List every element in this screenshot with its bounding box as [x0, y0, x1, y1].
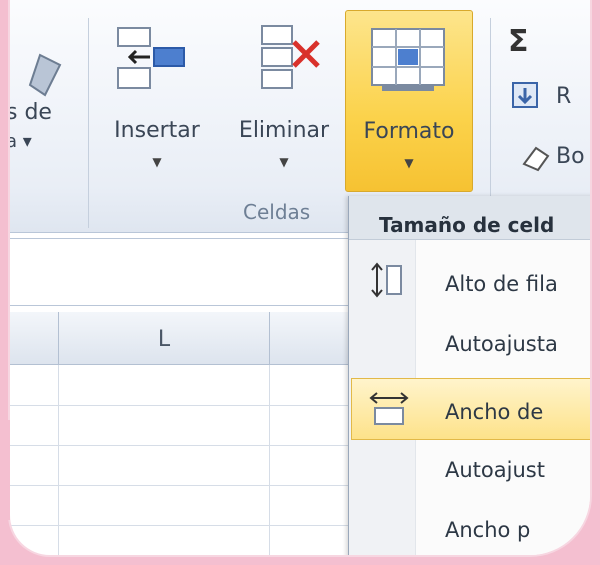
menu-item-row-height[interactable]: Alto de fila	[445, 272, 558, 296]
insert-cells-icon	[117, 27, 185, 89]
decorative-border	[0, 420, 10, 520]
column-header-l[interactable]: L	[59, 312, 270, 364]
insert-label: Insertar	[114, 118, 200, 143]
grid-line	[10, 445, 350, 446]
menu-section-header: Tamaño de celd	[349, 196, 590, 240]
delete-label: Eliminar	[238, 118, 330, 143]
partial-right-label-1: R	[556, 84, 572, 109]
grid-line	[269, 365, 270, 555]
menu-item-default-width[interactable]: Ancho p	[445, 518, 530, 542]
partial-left-label-2: a ▾	[10, 131, 32, 152]
format-button[interactable]: Formato ▼	[345, 10, 473, 192]
format-label-wrap: Formato ▼	[346, 119, 472, 170]
menu-item-autofit-row[interactable]: Autoajusta	[445, 332, 558, 356]
column-header-m[interactable]	[270, 312, 350, 364]
menu-item-column-width[interactable]: Ancho de	[445, 400, 543, 424]
row-height-icon	[371, 262, 402, 298]
eraser-icon[interactable]	[518, 140, 552, 174]
partial-right-label-2: Bo	[556, 144, 585, 169]
spreadsheet-grid[interactable]	[10, 365, 350, 555]
cells-group-label: Celdas	[243, 200, 311, 224]
formula-bar[interactable]	[10, 238, 350, 306]
partial-left-icon	[28, 53, 62, 97]
partial-left-label: s de	[10, 100, 52, 125]
chevron-down-icon: ▼	[279, 155, 289, 169]
format-dropdown-menu: Tamaño de celd Alto de fila Autoajusta A…	[348, 196, 590, 555]
autosum-icon[interactable]: Σ	[508, 24, 529, 59]
delete-button[interactable]: Eliminar ▼	[224, 118, 344, 169]
column-width-icon	[369, 392, 409, 425]
grid-line	[10, 525, 350, 526]
chevron-down-icon: ▼	[152, 155, 162, 169]
grid-line	[10, 405, 350, 406]
column-header-k[interactable]	[10, 312, 59, 364]
insert-button[interactable]: Insertar ▼	[102, 118, 212, 169]
excel-window: s de a ▾ Insertar ▼ Eliminar ▼ Formato ▼…	[10, 0, 590, 555]
grid-line	[58, 365, 59, 555]
grid-line	[10, 485, 350, 486]
partial-left-button[interactable]: s de a ▾	[10, 100, 76, 152]
format-cells-icon	[371, 28, 445, 91]
format-label: Formato	[363, 119, 455, 144]
fill-icon[interactable]	[510, 80, 540, 110]
chevron-down-icon: ▼	[404, 156, 414, 170]
column-headers: L	[10, 312, 350, 365]
delete-cells-icon	[261, 25, 320, 89]
menu-item-autofit-column[interactable]: Autoajust	[445, 458, 545, 482]
separator	[88, 18, 89, 228]
